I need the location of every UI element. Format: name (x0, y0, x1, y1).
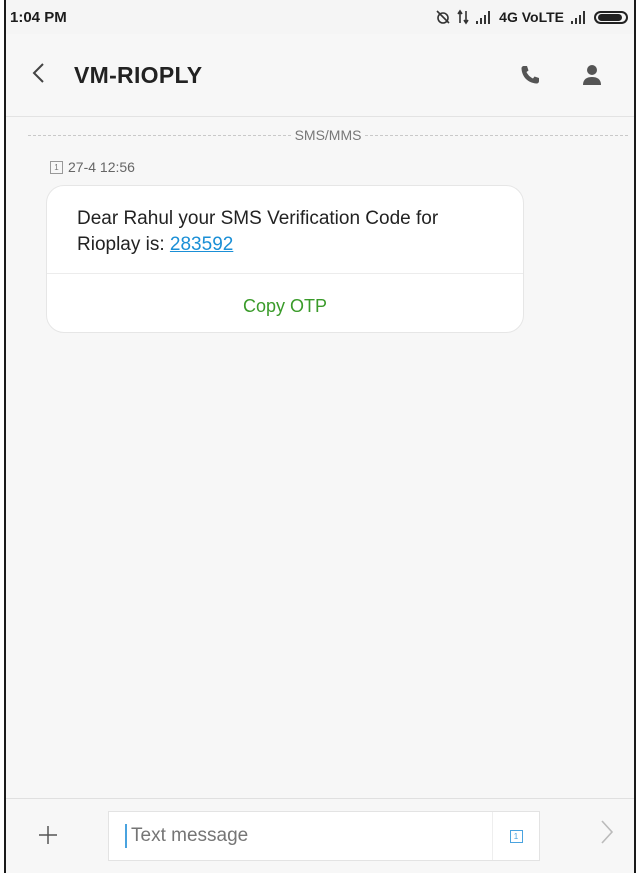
composer-bar: 1 (6, 798, 634, 873)
call-button[interactable] (510, 55, 550, 95)
sim-icon: 1 (50, 160, 63, 174)
divider-line-left (28, 134, 291, 136)
send-icon (601, 820, 614, 844)
battery-icon (594, 10, 628, 24)
message-body: Dear Rahul your SMS Verification Code fo… (77, 208, 439, 255)
divider-label: SMS/MMS (294, 127, 362, 143)
signal-icon (476, 11, 491, 24)
network-type: 4G VoLTE (499, 9, 564, 25)
message-timestamp: 27-4 12:56 (68, 159, 135, 175)
contact-icon (583, 65, 601, 85)
thread-divider: SMS/MMS (28, 127, 629, 143)
copy-otp-button[interactable]: Copy OTP (47, 274, 523, 317)
back-icon (32, 62, 44, 83)
alarm-off-icon (436, 10, 450, 24)
phone-icon (521, 66, 539, 84)
message-bubble[interactable]: Dear Rahul your SMS Verification Code fo… (46, 185, 524, 333)
send-button[interactable] (600, 819, 614, 852)
message-input-box[interactable]: 1 (108, 811, 540, 861)
contact-button[interactable] (572, 55, 612, 95)
status-time: 1:04 PM (10, 8, 67, 26)
sim-icon: 1 (509, 829, 523, 843)
contact-title: VM-RIOPLY (74, 61, 203, 88)
app-frame: 1:04 PM 4G VoLTE VM-RIOPLY SMS/MMS 1 27-… (4, 0, 636, 873)
status-bar: 1:04 PM 4G VoLTE (6, 0, 634, 34)
message-meta: 1 27-4 12:56 (50, 159, 634, 175)
message-text: Dear Rahul your SMS Verification Code fo… (47, 186, 523, 273)
conversation-header: VM-RIOPLY (6, 34, 634, 117)
sim-select-button[interactable]: 1 (492, 812, 539, 860)
plus-icon (39, 826, 57, 844)
attach-button[interactable] (28, 819, 68, 853)
data-arrows-icon (457, 9, 469, 25)
message-input[interactable] (129, 824, 473, 848)
status-icons: 4G VoLTE (435, 9, 628, 25)
text-cursor (125, 824, 127, 848)
otp-code-link[interactable]: 283592 (170, 234, 233, 255)
back-button[interactable] (30, 61, 60, 90)
divider-line-right (365, 134, 629, 136)
signal-icon (571, 11, 585, 24)
